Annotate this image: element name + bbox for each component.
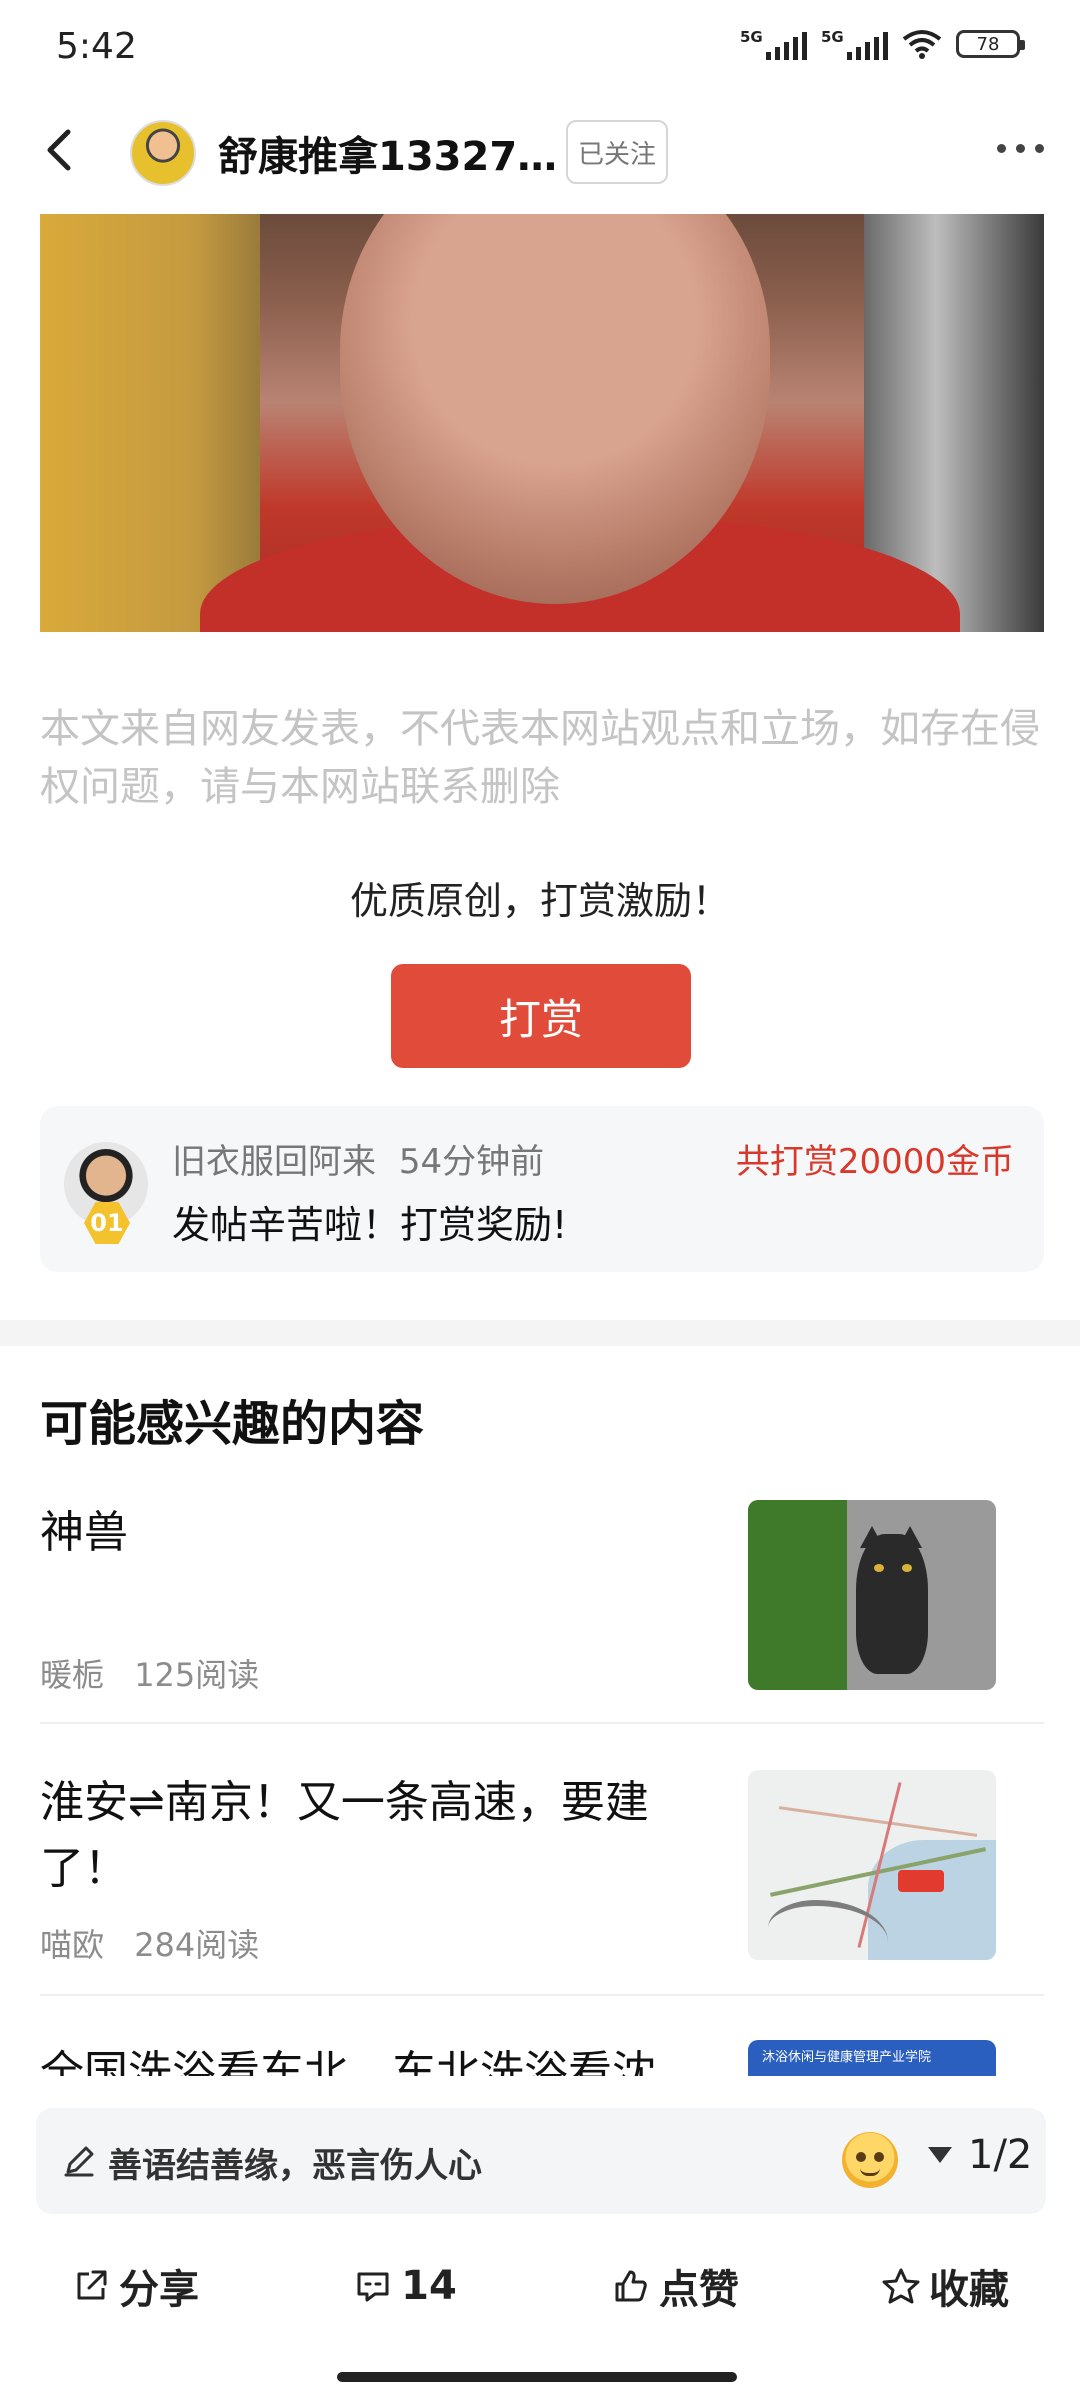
back-icon[interactable] bbox=[30, 120, 90, 180]
feed-item-title: 淮安⇌南京！又一条高速，要建了！ bbox=[40, 1777, 649, 1894]
disclaimer-text: 本文来自网友发表，不代表本网站观点和立场，如存在侵权问题，请与本网站联系删除 bbox=[40, 706, 1040, 810]
bottom-action-bar: 善语结善缘，恶言伤人心 1/2 分享 14 点赞 收藏 bbox=[0, 2076, 1080, 2400]
feed-item-meta: 暖栀 125阅读 bbox=[40, 1650, 259, 1696]
pencil-icon bbox=[64, 2146, 94, 2177]
reward-button[interactable]: 打赏 bbox=[391, 964, 691, 1068]
wifi-icon bbox=[902, 30, 942, 59]
feed-item-thumbnail bbox=[748, 1500, 996, 1690]
feed-item-meta: 喵欧 284阅读 bbox=[40, 1920, 259, 1966]
tip-record-card[interactable]: 01 旧衣服回阿来 54分钟前 共打赏20000金币 发帖辛苦啦！打赏奖励! bbox=[40, 1106, 1044, 1272]
favorite-button[interactable]: 收藏 bbox=[810, 2236, 1080, 2336]
comment-input[interactable]: 善语结善缘，恶言伤人心 1/2 bbox=[36, 2108, 1046, 2214]
status-icons: 5G 5G 78 bbox=[740, 28, 1025, 60]
list-item[interactable]: 全国洗浴看东北，东北洗浴看沈 沐浴休闲与健康管理产业学院 bbox=[40, 2040, 1044, 2076]
comment-count: 14 bbox=[401, 2263, 457, 2309]
feed-item-author: 喵欧 bbox=[40, 1926, 105, 1964]
feed-item-reads: 125阅读 bbox=[134, 1656, 260, 1694]
battery-level: 78 bbox=[976, 33, 1000, 55]
share-label: 分享 bbox=[119, 2267, 199, 2313]
status-bar: 5:42 5G 5G 78 bbox=[0, 0, 1080, 96]
like-label: 点赞 bbox=[659, 2267, 739, 2313]
feed-item-author: 暖栀 bbox=[40, 1656, 105, 1694]
comment-icon bbox=[357, 2272, 389, 2302]
list-item[interactable]: 神兽 暖栀 125阅读 bbox=[40, 1500, 1044, 1700]
share-button[interactable]: 分享 bbox=[0, 2236, 270, 2336]
like-icon bbox=[615, 2270, 647, 2302]
page-toggle[interactable]: 1/2 bbox=[928, 2132, 1032, 2178]
like-button[interactable]: 点赞 bbox=[540, 2236, 810, 2336]
favorite-label: 收藏 bbox=[929, 2267, 1009, 2313]
tipper-name[interactable]: 旧衣服回阿来 bbox=[172, 1142, 376, 1182]
signal-icon-2: 5G bbox=[821, 28, 888, 60]
feed-item-title: 神兽 bbox=[40, 1507, 128, 1558]
triangle-down-icon bbox=[928, 2147, 952, 2163]
recommend-section-title: 可能感兴趣的内容 bbox=[40, 1396, 425, 1452]
tipper-meta: 旧衣服回阿来 54分钟前 bbox=[172, 1134, 544, 1183]
feed-item-title: 全国洗浴看东北，东北洗浴看沈 bbox=[40, 2047, 656, 2076]
home-indicator[interactable] bbox=[337, 2372, 737, 2382]
tip-total[interactable]: 共打赏20000金币 bbox=[736, 1134, 1014, 1183]
author-name[interactable]: 舒康推拿13327… bbox=[218, 124, 557, 182]
feed-item-reads: 284阅读 bbox=[134, 1926, 260, 1964]
article-image[interactable] bbox=[40, 214, 1044, 632]
follow-button[interactable]: 已关注 bbox=[566, 120, 668, 184]
emoji-icon[interactable] bbox=[842, 2132, 898, 2188]
star-icon bbox=[882, 2268, 920, 2304]
author-avatar[interactable] bbox=[130, 120, 196, 186]
section-divider bbox=[0, 1320, 1080, 1346]
more-icon[interactable] bbox=[997, 144, 1044, 153]
status-time: 5:42 bbox=[56, 26, 137, 67]
battery-icon: 78 bbox=[956, 30, 1025, 58]
feed-item-thumbnail: 沐浴休闲与健康管理产业学院 bbox=[748, 2040, 996, 2076]
feed-item-thumb-caption: 沐浴休闲与健康管理产业学院 bbox=[762, 2050, 932, 2065]
signal-icon: 5G bbox=[740, 28, 807, 60]
feed-item-thumbnail bbox=[748, 1770, 996, 1960]
feed-divider bbox=[40, 1994, 1044, 1996]
article-header: 舒康推拿13327… 已关注 bbox=[0, 96, 1080, 214]
tip-time: 54分钟前 bbox=[398, 1142, 545, 1182]
page-indicator: 1/2 bbox=[968, 2132, 1033, 2178]
list-item[interactable]: 淮安⇌南京！又一条高速，要建了！ 喵欧 284阅读 bbox=[40, 1770, 1044, 1970]
comment-placeholder: 善语结善缘，恶言伤人心 bbox=[108, 2146, 482, 2186]
feed-divider bbox=[40, 1722, 1044, 1724]
action-row: 分享 14 点赞 收藏 bbox=[0, 2236, 1080, 2336]
reward-prompt: 优质原创，打赏激励！ bbox=[349, 879, 730, 923]
comment-button[interactable]: 14 bbox=[270, 2236, 540, 2336]
share-icon bbox=[77, 2270, 107, 2300]
tip-message: 发帖辛苦啦！打赏奖励! bbox=[172, 1203, 568, 1247]
